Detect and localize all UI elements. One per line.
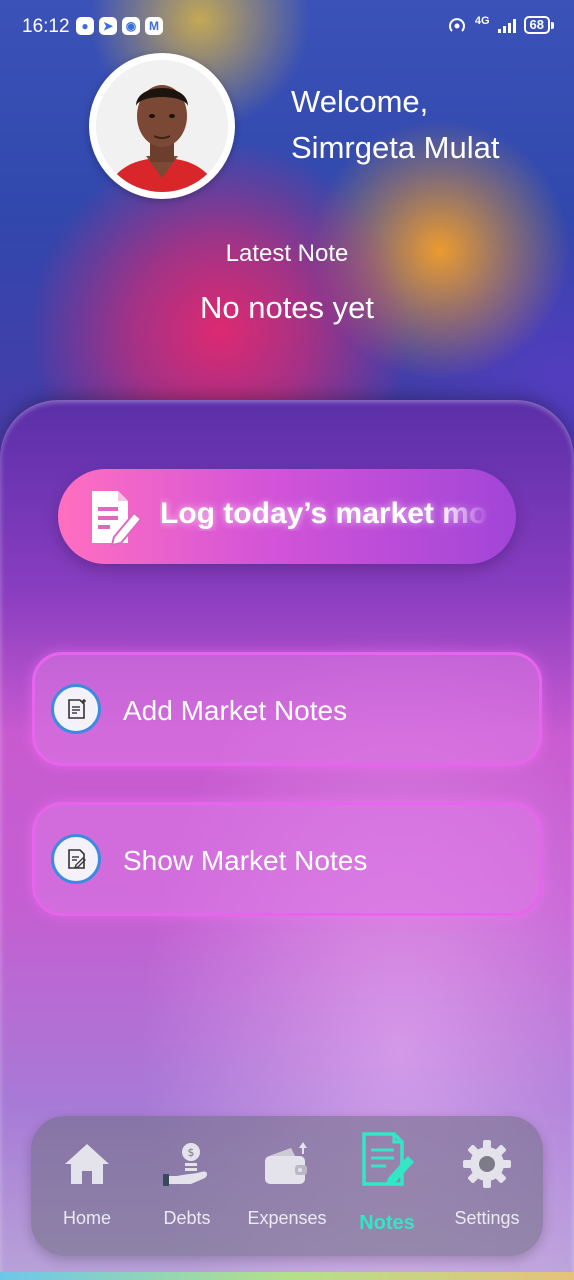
network-type: 4G xyxy=(474,15,490,27)
status-time: 16:12 xyxy=(22,16,70,37)
wallet-icon xyxy=(265,1142,307,1184)
log-market-banner[interactable]: Log today’s market moves xyxy=(58,469,516,564)
home-icon xyxy=(65,1144,109,1184)
avatar[interactable] xyxy=(89,53,235,199)
status-bar: 16:12 ● ➤ ◉ M 4G 68 xyxy=(0,0,574,54)
gear-icon xyxy=(463,1140,511,1188)
battery-level: 68 xyxy=(529,17,544,32)
add-market-notes-button[interactable]: Add Market Notes xyxy=(32,652,542,766)
nav-debts-label: Debts xyxy=(163,1208,211,1228)
chrome-icon: ◉ xyxy=(122,17,140,35)
hotspot-icon xyxy=(448,18,465,32)
nav-settings[interactable]: Settings xyxy=(437,1116,537,1256)
battery-icon: 68 xyxy=(523,16,555,34)
nav-debts[interactable]: $ Debts xyxy=(137,1116,237,1256)
add-market-notes-label: Add Market Notes xyxy=(123,695,348,726)
welcome-text: Welcome, xyxy=(291,84,429,119)
nav-expenses-label: Expenses xyxy=(247,1208,327,1228)
status-indicators: 4G 68 xyxy=(447,15,555,34)
nav-home-label: Home xyxy=(62,1208,111,1228)
nav-home[interactable]: Home xyxy=(37,1116,137,1256)
bottom-nav: Home $ Debts Expenses Notes Settings xyxy=(31,1116,543,1256)
svg-text:$: $ xyxy=(188,1146,195,1159)
nav-settings-label: Settings xyxy=(454,1208,520,1228)
nav-expenses[interactable]: Expenses xyxy=(237,1116,337,1256)
notes-icon xyxy=(362,1132,414,1186)
signal-icon xyxy=(497,17,516,33)
mail-icon: M xyxy=(145,17,163,35)
bottom-edge xyxy=(0,1272,574,1280)
chat-icon: ● xyxy=(76,17,94,35)
profile-photo xyxy=(96,60,228,192)
nav-notes[interactable]: Notes xyxy=(337,1116,437,1256)
note-edit-icon xyxy=(92,491,143,547)
user-name: Simrgeta Mulat xyxy=(291,130,500,165)
hero-text: Log today’s market moves xyxy=(160,497,490,530)
note-view-icon xyxy=(51,834,101,884)
nav-notes-label: Notes xyxy=(359,1212,415,1234)
status-app-icons: ● ➤ ◉ M xyxy=(76,17,163,35)
show-market-notes-button[interactable]: Show Market Notes xyxy=(32,802,542,916)
latest-note-value: No notes yet xyxy=(199,290,375,325)
latest-note-label: Latest Note xyxy=(225,240,349,267)
header-background xyxy=(0,0,574,460)
note-add-icon xyxy=(51,684,101,734)
telegram-icon: ➤ xyxy=(99,17,117,35)
show-market-notes-label: Show Market Notes xyxy=(123,845,368,876)
money-hand-icon: $ xyxy=(163,1143,208,1186)
